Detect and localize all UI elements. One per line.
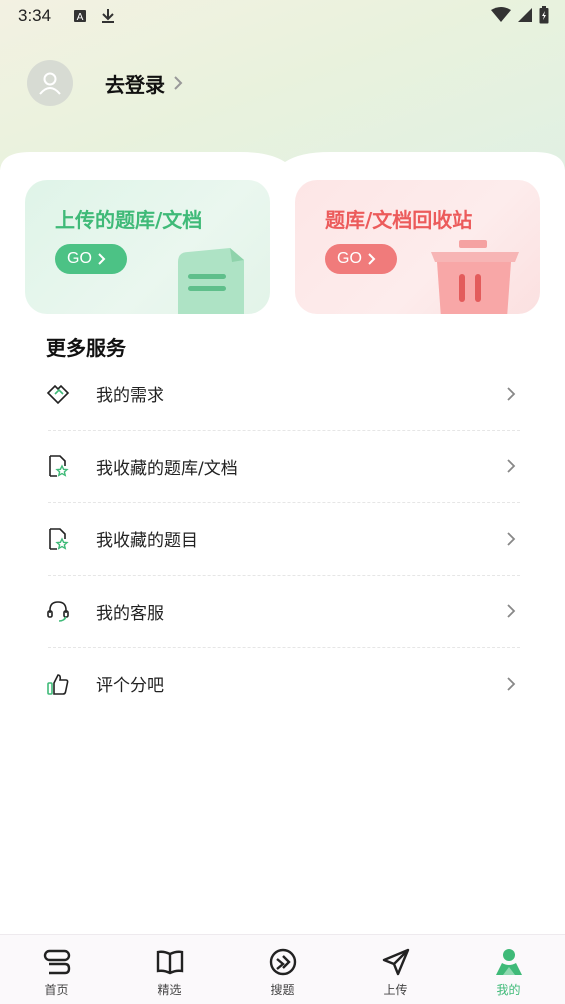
tab-label: 首页 [44, 983, 69, 997]
font-icon: A [73, 9, 87, 23]
document-illustration [178, 248, 244, 314]
services-menu: 我的需求 我收藏的题库/文档 我收藏的题目 我的客服 评个分吧 [46, 358, 520, 720]
tab-search[interactable]: 搜题 [226, 935, 339, 1004]
menu-label: 我收藏的题目 [96, 531, 198, 552]
go-label: GO [337, 250, 362, 267]
login-entry[interactable]: 去登录 [27, 60, 183, 106]
chevron-right-icon [506, 531, 516, 551]
thumbs-up-icon [46, 672, 70, 696]
status-time: 3:34 [18, 6, 52, 25]
handshake-icon [46, 382, 70, 406]
menu-item-requirements[interactable]: 我的需求 [46, 358, 520, 430]
chevron-right-icon [98, 253, 106, 265]
menu-label: 我收藏的题库/文档 [96, 458, 238, 479]
menu-label: 评个分吧 [96, 676, 164, 697]
recycle-bin-card[interactable]: 题库/文档回收站 GO [295, 180, 540, 314]
tab-mine[interactable]: 我的 [452, 935, 565, 1004]
doc-star-icon [46, 454, 70, 478]
book-icon [156, 947, 184, 977]
card-title: 上传的题库/文档 [55, 208, 203, 232]
doc-star-icon [46, 527, 70, 551]
headset-icon [46, 599, 70, 623]
download-icon [101, 8, 115, 24]
go-button[interactable]: GO [325, 244, 397, 274]
person-icon [494, 947, 524, 977]
tab-home[interactable]: 首页 [0, 935, 113, 1004]
svg-text:A: A [77, 12, 84, 23]
battery-icon [539, 6, 549, 29]
menu-label: 我的需求 [96, 386, 164, 407]
menu-label: 我的客服 [96, 603, 164, 624]
menu-item-favorite-questions[interactable]: 我收藏的题目 [46, 503, 520, 575]
send-icon [382, 947, 410, 977]
status-bar: 3:34 A [0, 0, 565, 32]
avatar[interactable] [27, 60, 73, 106]
tab-upload[interactable]: 上传 [339, 935, 452, 1004]
tab-label: 我的 [496, 983, 521, 997]
go-button[interactable]: GO [55, 244, 127, 274]
chevron-right-icon [506, 676, 516, 696]
tab-featured[interactable]: 精选 [113, 935, 226, 1004]
go-label: GO [67, 250, 92, 267]
uploaded-docs-card[interactable]: 上传的题库/文档 GO [25, 180, 270, 314]
menu-item-rate-app[interactable]: 评个分吧 [46, 648, 520, 720]
chevron-right-icon [506, 386, 516, 406]
chevron-right-icon [506, 603, 516, 623]
wifi-icon [491, 7, 511, 28]
section-title: 更多服务 [46, 336, 126, 360]
menu-item-customer-service[interactable]: 我的客服 [46, 576, 520, 648]
chevron-right-icon [368, 253, 376, 265]
trash-illustration [431, 240, 519, 314]
chevron-right-icon [173, 76, 183, 90]
signal-icon [517, 7, 533, 28]
tab-label: 搜题 [270, 983, 295, 997]
tab-label: 上传 [383, 983, 408, 997]
search-circle-icon [268, 947, 298, 977]
bottom-tab-bar: 首页 精选 搜题 上传 我的 [0, 934, 565, 1004]
chevron-right-icon [506, 458, 516, 478]
card-title: 题库/文档回收站 [325, 208, 473, 232]
login-label[interactable]: 去登录 [105, 69, 165, 98]
home-icon [43, 947, 71, 977]
tab-label: 精选 [157, 983, 182, 997]
menu-item-favorite-docs[interactable]: 我收藏的题库/文档 [46, 431, 520, 503]
